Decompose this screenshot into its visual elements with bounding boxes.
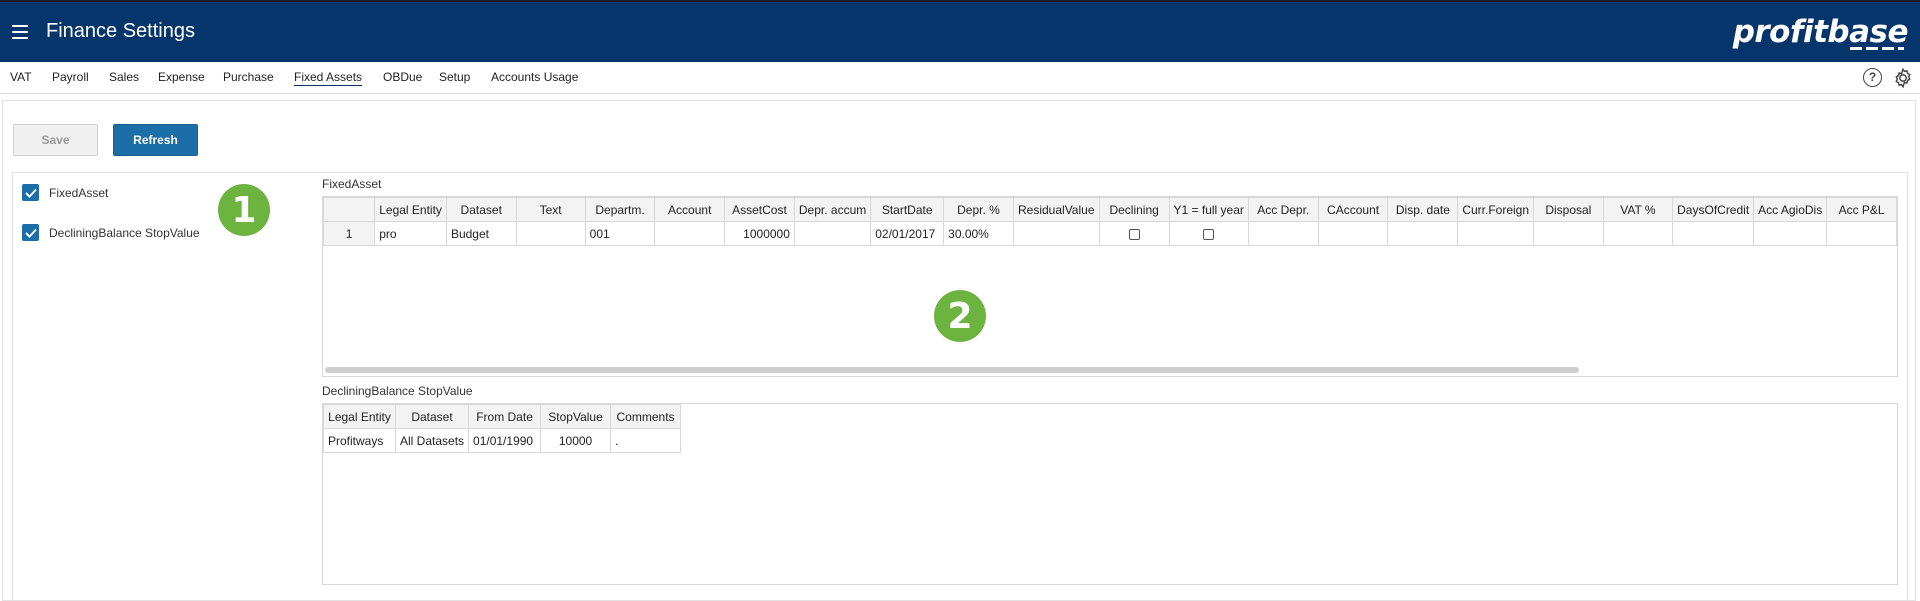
column-header[interactable]: Acc AgioDis — [1753, 197, 1828, 222]
cell-acc-pl[interactable] — [1826, 221, 1897, 246]
cell-depr-accum[interactable] — [793, 221, 872, 246]
fixedasset-table: Legal Entity Dataset Text Departm. Accou… — [323, 197, 1897, 246]
tab-purchase[interactable]: Purchase — [223, 70, 274, 84]
cell-comments[interactable]: . — [610, 428, 682, 453]
cell-legal-entity[interactable]: pro — [374, 221, 447, 246]
column-header[interactable]: From Date — [468, 404, 542, 429]
horizontal-scrollbar[interactable] — [325, 367, 1579, 373]
column-header[interactable]: Account — [654, 197, 726, 222]
column-header[interactable]: Text — [515, 197, 586, 222]
checkbox-checked-icon[interactable] — [22, 224, 39, 241]
hamburger-icon[interactable] — [12, 25, 28, 39]
help-icon[interactable]: ? — [1863, 68, 1882, 87]
cell-start-date[interactable]: 02/01/2017 — [870, 221, 945, 246]
column-header[interactable]: Dataset — [394, 404, 470, 429]
annotation-badge-1: 1 — [218, 184, 270, 236]
checkbox-label: FixedAsset — [49, 185, 109, 200]
cell-acc-agio-dis[interactable] — [1753, 221, 1828, 246]
column-header[interactable]: StartDate — [870, 197, 945, 222]
column-header[interactable]: Declining — [1098, 197, 1170, 222]
cell-vat-pct[interactable] — [1602, 221, 1674, 246]
cell-stop-value[interactable]: 10000 — [540, 428, 612, 453]
column-header[interactable]: ResidualValue — [1012, 197, 1100, 222]
column-header[interactable]: Acc Depr. — [1247, 197, 1319, 222]
tab-obdue[interactable]: OBDue — [383, 70, 422, 84]
column-header[interactable]: Depr. % — [943, 197, 1014, 222]
profitbase-logo: profitbase — [1732, 14, 1909, 50]
row-number-header — [323, 197, 376, 222]
declining-section-title: DecliningBalance StopValue — [322, 384, 473, 398]
row-number: 1 — [323, 221, 376, 246]
cell-curr-foreign[interactable] — [1457, 221, 1535, 246]
y1-full-year-checkbox[interactable] — [1203, 228, 1215, 240]
tab-payroll[interactable]: Payroll — [52, 70, 89, 84]
cell-departm[interactable]: 001 — [584, 221, 656, 246]
declining-grid: Legal Entity Dataset From Date StopValue… — [322, 403, 1898, 585]
column-header[interactable]: StopValue — [540, 404, 612, 429]
cell-disp-date[interactable] — [1387, 221, 1459, 246]
annotation-badge-2: 2 — [934, 290, 986, 342]
cell-residual-value[interactable] — [1012, 221, 1100, 246]
cell-declining[interactable] — [1098, 221, 1170, 246]
table-header-row: Legal Entity Dataset From Date StopValue… — [323, 404, 682, 429]
cell-dataset[interactable]: All Datasets — [394, 428, 470, 453]
checkbox-label: DecliningBalance StopValue — [49, 225, 200, 240]
cell-y1-full-year[interactable] — [1168, 221, 1249, 246]
column-header[interactable]: DaysOfCredit — [1672, 197, 1755, 222]
save-button[interactable]: Save — [13, 124, 98, 156]
refresh-button[interactable]: Refresh — [113, 124, 198, 156]
column-header[interactable]: AssetCost — [724, 197, 795, 222]
cell-dataset[interactable]: Budget — [445, 221, 517, 246]
column-header[interactable]: CAccount — [1317, 197, 1389, 222]
tab-expense[interactable]: Expense — [158, 70, 205, 84]
column-header[interactable]: Legal Entity — [374, 197, 447, 222]
app-header: Finance Settings profitbase — [0, 0, 1920, 62]
column-header[interactable]: Disp. date — [1387, 197, 1459, 222]
column-header[interactable]: Dataset — [445, 197, 517, 222]
column-header[interactable]: Legal Entity — [323, 404, 396, 429]
table-row[interactable]: 1 pro Budget 001 1000000 02/01/2017 30.0… — [323, 221, 1897, 246]
column-header[interactable]: VAT % — [1602, 197, 1674, 222]
tab-sales[interactable]: Sales — [109, 70, 139, 84]
gear-icon[interactable] — [1892, 67, 1914, 89]
declining-table: Legal Entity Dataset From Date StopValue… — [323, 404, 682, 453]
fixedasset-section-title: FixedAsset — [322, 177, 382, 191]
declining-checkbox[interactable] — [1128, 228, 1140, 240]
table-header-row: Legal Entity Dataset Text Departm. Accou… — [323, 197, 1897, 222]
fixedasset-grid: Legal Entity Dataset Text Departm. Accou… — [322, 196, 1898, 377]
column-header[interactable]: Disposal — [1533, 197, 1604, 222]
cell-acc-depr[interactable] — [1247, 221, 1319, 246]
cell-text[interactable] — [515, 221, 586, 246]
tab-setup[interactable]: Setup — [439, 70, 470, 84]
tab-bar: VAT Payroll Sales Expense Purchase Fixed… — [0, 62, 1920, 94]
cell-account[interactable] — [654, 221, 726, 246]
checkbox-decliningbalance[interactable]: DecliningBalance StopValue — [22, 224, 200, 241]
column-header[interactable]: Comments — [610, 404, 682, 429]
tab-accounts-usage[interactable]: Accounts Usage — [491, 70, 578, 84]
cell-caccount[interactable] — [1317, 221, 1389, 246]
column-header[interactable]: Curr.Foreign — [1457, 197, 1535, 222]
cell-legal-entity[interactable]: Profitways — [323, 428, 396, 453]
table-row[interactable]: Profitways All Datasets 01/01/1990 10000… — [323, 428, 682, 453]
column-header[interactable]: Departm. — [584, 197, 656, 222]
column-header[interactable]: Y1 = full year — [1168, 197, 1249, 222]
column-header[interactable]: Depr. accum — [793, 197, 872, 222]
cell-depr-pct[interactable]: 30.00% — [943, 221, 1014, 246]
checkbox-fixedasset[interactable]: FixedAsset — [22, 184, 108, 201]
tab-fixed-assets[interactable]: Fixed Assets — [294, 70, 363, 86]
cell-days-of-credit[interactable] — [1672, 221, 1755, 246]
cell-from-date[interactable]: 01/01/1990 — [468, 428, 542, 453]
checkbox-checked-icon[interactable] — [22, 184, 39, 201]
page-title: Finance Settings — [46, 20, 195, 42]
tab-vat[interactable]: VAT — [10, 70, 32, 84]
cell-disposal[interactable] — [1533, 221, 1604, 246]
cell-asset-cost[interactable]: 1000000 — [724, 221, 795, 246]
column-header[interactable]: Acc P&L — [1826, 197, 1897, 222]
